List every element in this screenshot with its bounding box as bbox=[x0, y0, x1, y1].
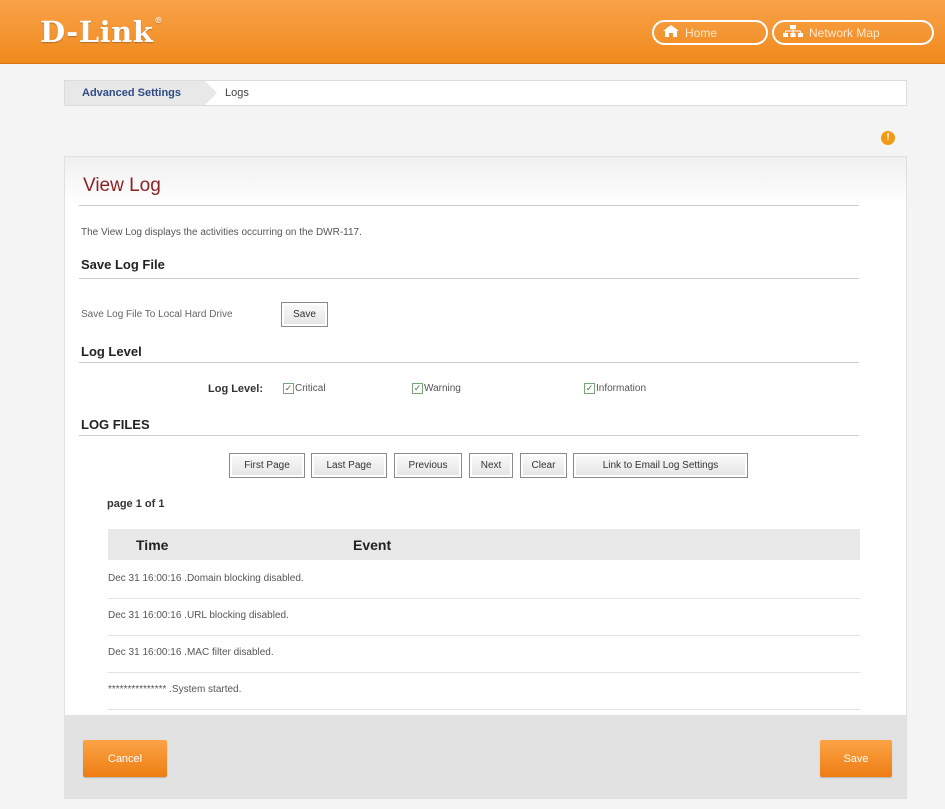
info-icon[interactable]: ! bbox=[881, 131, 895, 145]
time-column-header: Time bbox=[136, 537, 169, 553]
page-indicator: page 1 of 1 bbox=[107, 498, 165, 510]
breadcrumb: Advanced Settings Logs bbox=[64, 80, 907, 106]
home-label: Home bbox=[685, 25, 718, 40]
first-page-button[interactable]: First Page bbox=[229, 453, 305, 478]
divider bbox=[79, 205, 859, 206]
page-title: View Log bbox=[83, 175, 161, 196]
warning-label: Warning bbox=[424, 383, 461, 394]
log-entry: Dec 31 16:00:16 .URL blocking disabled. bbox=[108, 610, 289, 621]
information-option[interactable]: ✓ Information bbox=[584, 383, 646, 394]
log-entry: Dec 31 16:00:16 .Domain blocking disable… bbox=[108, 573, 304, 584]
event-column-header: Event bbox=[353, 537, 392, 553]
warning-option[interactable]: ✓ Warning bbox=[412, 383, 461, 394]
network-map-label: Network Map bbox=[809, 25, 880, 40]
page-description: The View Log displays the activities occ… bbox=[81, 227, 362, 238]
cancel-button[interactable]: Cancel bbox=[83, 740, 167, 777]
home-button[interactable]: Home bbox=[652, 20, 768, 45]
top-header: D-Link® Home Network Map bbox=[0, 0, 945, 64]
critical-option[interactable]: ✓ Critical bbox=[283, 383, 326, 394]
previous-button[interactable]: Previous bbox=[394, 453, 462, 478]
home-icon bbox=[662, 24, 680, 41]
last-page-button[interactable]: Last Page bbox=[311, 453, 387, 478]
dlink-logo: D-Link® bbox=[40, 15, 163, 49]
table-row: Dec 31 16:00:16 .Domain blocking disable… bbox=[108, 562, 860, 599]
table-row: *************** .System started. bbox=[108, 673, 860, 710]
network-map-icon bbox=[782, 24, 804, 41]
next-button[interactable]: Next bbox=[469, 453, 513, 478]
information-checkbox[interactable]: ✓ bbox=[584, 383, 595, 394]
divider bbox=[79, 362, 859, 363]
clear-button[interactable]: Clear bbox=[520, 453, 567, 478]
warning-checkbox[interactable]: ✓ bbox=[412, 383, 423, 394]
table-row: Dec 31 16:00:16 .MAC filter disabled. bbox=[108, 636, 860, 673]
logo-text: D-Link bbox=[40, 15, 154, 49]
log-level-heading: Log Level bbox=[81, 344, 142, 359]
log-table-header: Time Event bbox=[108, 529, 860, 560]
network-map-button[interactable]: Network Map bbox=[772, 20, 934, 45]
divider bbox=[79, 435, 859, 436]
save-log-file-heading: Save Log File bbox=[81, 257, 165, 272]
information-label: Information bbox=[596, 383, 647, 394]
log-files-heading: LOG FILES bbox=[81, 417, 150, 432]
log-level-label: Log Level: bbox=[208, 383, 264, 395]
email-log-settings-button[interactable]: Link to Email Log Settings bbox=[573, 453, 748, 478]
critical-label: Critical bbox=[295, 383, 326, 394]
save-button[interactable]: Save bbox=[820, 740, 892, 777]
view-log-panel: View Log The View Log displays the activ… bbox=[64, 156, 907, 799]
panel-footer: Cancel Save bbox=[65, 715, 906, 798]
breadcrumb-current-page: Logs bbox=[225, 87, 249, 99]
save-log-button[interactable]: Save bbox=[281, 302, 328, 327]
breadcrumb-advanced-settings[interactable]: Advanced Settings bbox=[65, 81, 217, 105]
panel-header bbox=[65, 157, 906, 205]
save-log-file-label: Save Log File To Local Hard Drive bbox=[81, 309, 233, 320]
divider bbox=[79, 278, 859, 279]
logo-registered-mark: ® bbox=[154, 15, 163, 25]
table-row: Dec 31 16:00:16 .URL blocking disabled. bbox=[108, 599, 860, 636]
log-entry: *************** .System started. bbox=[108, 684, 242, 695]
log-entry: Dec 31 16:00:16 .MAC filter disabled. bbox=[108, 647, 274, 658]
critical-checkbox[interactable]: ✓ bbox=[283, 383, 294, 394]
